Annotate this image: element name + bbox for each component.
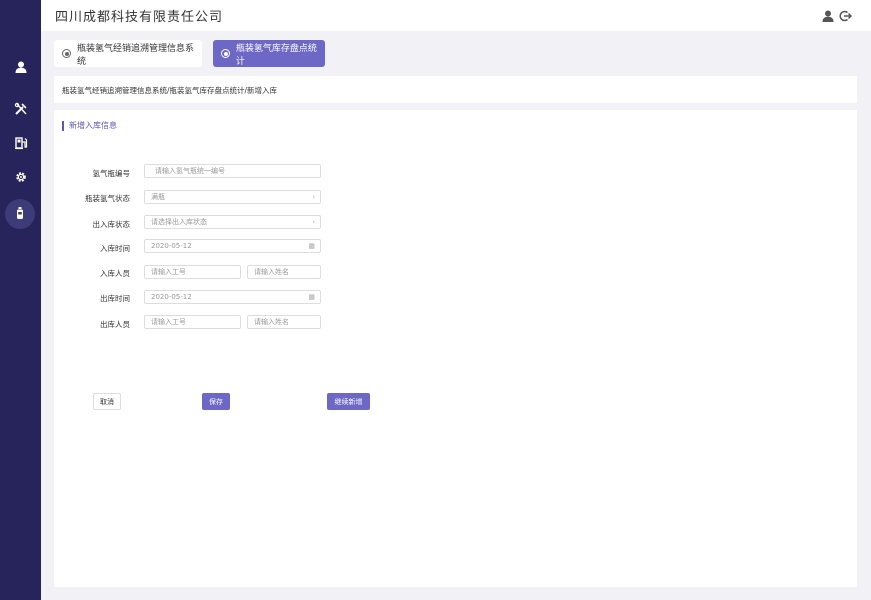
gear-icon [14, 169, 28, 188]
cylinder-no-input[interactable]: 请输入氢气瓶统一编号 [144, 164, 321, 178]
sidebar-item-user[interactable] [7, 54, 35, 82]
fuel-station-icon [14, 135, 28, 154]
sidebar-item-station[interactable] [7, 130, 35, 158]
top-bar: 四川成都科技有限责任公司 [41, 0, 871, 31]
cylinder-status-label: 瓶装氢气状态 [85, 194, 130, 203]
out-time-value: 2020-05-12 [151, 293, 192, 301]
save-button[interactable]: 保存 [202, 393, 230, 410]
cylinder-status-value: 满瓶 [151, 193, 165, 201]
cylinder-no-label: 氢气瓶编号 [92, 169, 131, 178]
out-time-label: 出库时间 [100, 294, 130, 303]
in-person-label: 入库人员 [100, 269, 130, 278]
chevron-right-icon: › [312, 218, 315, 226]
out-time-picker[interactable]: 2020-05-12 ▦ [144, 290, 321, 304]
logout-icon[interactable] [838, 8, 852, 22]
tab-label: 瓶装氢气库存盘点统计 [235, 43, 317, 67]
out-person-label: 出库人员 [100, 320, 130, 329]
main-panel: 新增入库信息 氢气瓶编号 请输入氢气瓶统一编号 瓶装氢气状态 满瓶 › 出入库状… [54, 110, 857, 587]
chevron-right-icon: › [312, 193, 315, 201]
breadcrumb-bar: 瓶装氢气经销追溯管理信息系统/瓶装氢气库存盘点统计/新增入库 [54, 76, 857, 103]
sidebar-item-cylinder[interactable] [5, 199, 35, 229]
tools-icon [14, 101, 28, 120]
user-icon [14, 59, 28, 78]
breadcrumb: 瓶装氢气经销追溯管理信息系统/瓶装氢气库存盘点统计/新增入库 [62, 86, 278, 95]
calendar-icon: ▦ [308, 293, 315, 301]
cylinder-status-select[interactable]: 满瓶 › [144, 190, 321, 204]
cylinder-icon [13, 205, 27, 224]
radio-icon [221, 49, 230, 58]
sidebar-item-tools[interactable] [7, 96, 35, 124]
sidebar [0, 0, 41, 600]
in-time-label: 入库时间 [100, 244, 130, 253]
radio-icon [62, 49, 71, 58]
section-title: 新增入库信息 [62, 121, 117, 131]
in-person-name-input[interactable]: 请输入姓名 [247, 265, 321, 279]
io-status-label: 出入库状态 [92, 220, 131, 229]
tab-label: 瓶装氢气经销追溯管理信息系统 [76, 43, 194, 67]
continue-add-button[interactable]: 继续新增 [327, 393, 370, 410]
user-icon[interactable] [821, 8, 835, 22]
tab-inventory-stats[interactable]: 瓶装氢气库存盘点统计 [213, 40, 325, 67]
out-person-id-input[interactable]: 请输入工号 [144, 315, 241, 329]
io-status-placeholder: 请选择出入库状态 [151, 218, 207, 226]
company-name: 四川成都科技有限责任公司 [55, 10, 224, 25]
in-person-id-input[interactable]: 请输入工号 [144, 265, 241, 279]
cancel-button[interactable]: 取消 [93, 393, 121, 410]
io-status-select[interactable]: 请选择出入库状态 › [144, 215, 321, 229]
in-time-value: 2020-05-12 [151, 242, 192, 250]
in-time-picker[interactable]: 2020-05-12 ▦ [144, 239, 321, 253]
out-person-name-input[interactable]: 请输入姓名 [247, 315, 321, 329]
calendar-icon: ▦ [308, 242, 315, 250]
tab-trace-system[interactable]: 瓶装氢气经销追溯管理信息系统 [54, 40, 202, 67]
sidebar-item-settings[interactable] [7, 164, 35, 192]
